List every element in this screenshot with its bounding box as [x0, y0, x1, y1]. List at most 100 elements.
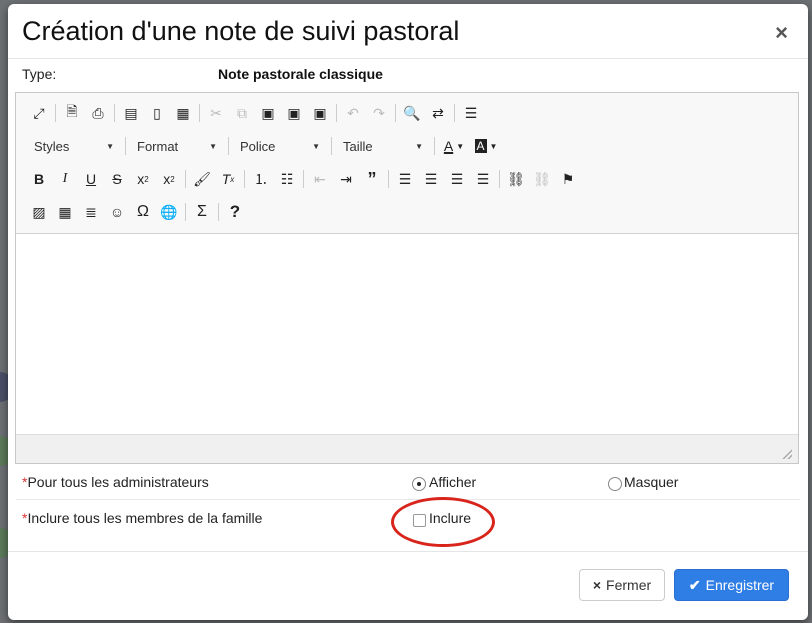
admins-field-label: *Pour tous les administrateurs: [22, 474, 209, 490]
text-color-icon[interactable]: A ▼: [438, 134, 470, 158]
italic-icon[interactable]: I: [52, 167, 78, 191]
editor-status-bar: [16, 434, 798, 463]
editor-content-area[interactable]: [16, 234, 798, 434]
remove-format-icon[interactable]: Tx: [215, 167, 241, 191]
type-value: Note pastorale classique: [218, 66, 383, 82]
toolbar-row-4: ▨ ▦ ≣ ☺ Ω 🌐 Σ ?: [26, 199, 248, 225]
preview-icon[interactable]: 🗎: [59, 101, 85, 125]
link-icon[interactable]: ⛓: [503, 167, 529, 191]
modal-title: Création d'une note de suivi pastoral: [22, 16, 460, 46]
close-icon[interactable]: ×: [775, 22, 788, 44]
replace-icon[interactable]: ⇄: [425, 101, 451, 125]
size-dropdown[interactable]: Taille ▼: [335, 135, 431, 157]
toolbar-separator: [185, 203, 186, 221]
redo-icon[interactable]: ↷: [366, 101, 392, 125]
styles-dropdown[interactable]: Styles ▼: [26, 135, 122, 157]
copy-format-icon[interactable]: 🖌: [189, 167, 215, 191]
family-label-text: Inclure tous les membres de la famille: [27, 510, 263, 526]
toolbar-row-2: Styles ▼ Format ▼ Police ▼ Taille ▼ A ▼ A ▼: [26, 133, 502, 159]
row-divider: [16, 499, 800, 500]
toolbar-separator: [244, 170, 245, 188]
align-right-icon[interactable]: ☰: [444, 167, 470, 191]
rich-text-editor: ⤢ 🗎 ⎙ ▤ ▯ ▦ ✂ ⧉ ▣ ▣ ▣ ↶ ↷ 🔍 ⇄ ☰ Styles ▼…: [15, 92, 799, 464]
chevron-down-icon: ▼: [106, 141, 114, 151]
align-justify-icon[interactable]: ☰: [470, 167, 496, 191]
toolbar-separator: [331, 137, 332, 155]
align-left-icon[interactable]: ☰: [392, 167, 418, 191]
admins-label-text: Pour tous les administrateurs: [27, 474, 209, 490]
underline-icon[interactable]: U: [78, 167, 104, 191]
help-icon[interactable]: ?: [222, 200, 248, 224]
anchor-flag-icon[interactable]: ⚑: [555, 167, 581, 191]
radio-afficher-label[interactable]: Afficher: [429, 474, 476, 490]
math-sigma-icon[interactable]: Σ: [189, 200, 215, 224]
close-button[interactable]: × Fermer: [579, 569, 665, 601]
strikethrough-icon[interactable]: S: [104, 167, 130, 191]
toolbar-separator: [395, 104, 396, 122]
radio-afficher[interactable]: [412, 477, 426, 491]
editor-toolbar: ⤢ 🗎 ⎙ ▤ ▯ ▦ ✂ ⧉ ▣ ▣ ▣ ↶ ↷ 🔍 ⇄ ☰ Styles ▼…: [16, 93, 798, 234]
family-field-label: *Inclure tous les membres de la famille: [22, 510, 262, 526]
annotation-highlight-circle: [391, 497, 495, 547]
align-center-icon[interactable]: ☰: [418, 167, 444, 191]
document-icon[interactable]: ▦: [170, 101, 196, 125]
blockquote-icon[interactable]: ”: [359, 167, 385, 191]
toolbar-separator: [388, 170, 389, 188]
toolbar-separator: [185, 170, 186, 188]
find-icon[interactable]: 🔍: [399, 101, 425, 125]
paste-word-icon[interactable]: ▣: [307, 101, 333, 125]
resize-handle-icon[interactable]: [782, 449, 792, 459]
bold-icon[interactable]: B: [26, 167, 52, 191]
horizontal-line-icon[interactable]: ≣: [78, 200, 104, 224]
toolbar-separator: [218, 203, 219, 221]
chevron-down-icon: ▼: [312, 141, 320, 151]
font-dropdown[interactable]: Police ▼: [232, 135, 328, 157]
toolbar-separator: [303, 170, 304, 188]
toolbar-separator: [114, 104, 115, 122]
type-label: Type:: [22, 66, 57, 82]
chevron-down-icon: ▼: [209, 141, 217, 151]
toolbar-separator: [228, 137, 229, 155]
subscript-icon[interactable]: x2: [130, 167, 156, 191]
note-modal: Création d'une note de suivi pastoral × …: [8, 4, 808, 620]
table-icon[interactable]: ▦: [52, 200, 78, 224]
unlink-icon[interactable]: ⛓: [529, 167, 555, 191]
save-button[interactable]: ✔ Enregistrer: [674, 569, 789, 601]
modal-header: Création d'une note de suivi pastoral ×: [8, 4, 808, 59]
new-page-icon[interactable]: ▯: [144, 101, 170, 125]
iframe-globe-icon[interactable]: 🌐: [156, 200, 182, 224]
select-all-icon[interactable]: ☰: [458, 101, 484, 125]
toolbar-separator: [336, 104, 337, 122]
toolbar-row-3: B I U S x2 x2 🖌 Tx ⒈ ☷ ⇤ ⇥ ” ☰ ☰ ☰ ☰ ⛓ ⛓…: [26, 166, 581, 192]
bulleted-list-icon[interactable]: ☷: [274, 167, 300, 191]
print-icon[interactable]: ⎙: [85, 101, 111, 125]
styles-dropdown-label: Styles: [34, 138, 70, 154]
copy-icon[interactable]: ⧉: [229, 101, 255, 125]
font-dropdown-label: Police: [240, 138, 276, 154]
special-char-icon[interactable]: Ω: [130, 200, 156, 224]
background-color-icon[interactable]: A ▼: [470, 134, 502, 158]
radio-masquer-label[interactable]: Masquer: [624, 474, 678, 490]
indent-icon[interactable]: ⇥: [333, 167, 359, 191]
outdent-icon[interactable]: ⇤: [307, 167, 333, 191]
image-icon[interactable]: ▨: [26, 200, 52, 224]
templates-icon[interactable]: ▤: [118, 101, 144, 125]
paste-text-icon[interactable]: ▣: [281, 101, 307, 125]
undo-icon[interactable]: ↶: [340, 101, 366, 125]
format-dropdown[interactable]: Format ▼: [129, 135, 225, 157]
paste-icon[interactable]: ▣: [255, 101, 281, 125]
cut-icon[interactable]: ✂: [203, 101, 229, 125]
close-icon: ×: [592, 577, 602, 593]
maximize-icon[interactable]: ⤢: [26, 101, 52, 125]
toolbar-separator: [125, 137, 126, 155]
footer-divider: [8, 551, 808, 552]
superscript-icon[interactable]: x2: [156, 167, 182, 191]
toolbar-row-1: ⤢ 🗎 ⎙ ▤ ▯ ▦ ✂ ⧉ ▣ ▣ ▣ ↶ ↷ 🔍 ⇄ ☰: [26, 100, 484, 126]
close-button-label: Fermer: [606, 577, 652, 593]
format-dropdown-label: Format: [137, 138, 179, 154]
toolbar-separator: [499, 170, 500, 188]
numbered-list-icon[interactable]: ⒈: [248, 167, 274, 191]
radio-masquer[interactable]: [608, 477, 622, 491]
smiley-icon[interactable]: ☺: [104, 200, 130, 224]
size-dropdown-label: Taille: [343, 138, 373, 154]
